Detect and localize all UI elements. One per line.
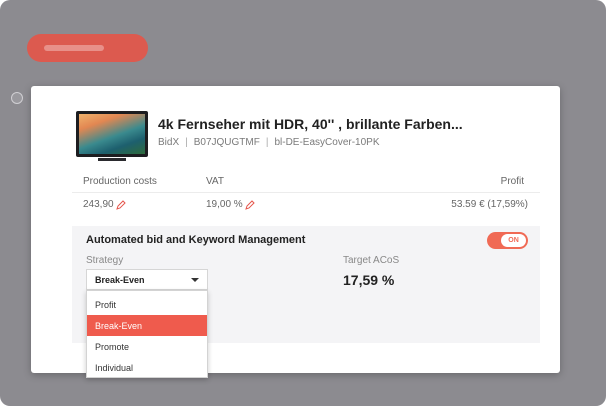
vat-header: VAT [206,176,224,187]
toggle-knob: ON [501,234,526,247]
profit-value: 53.59 € (17,59%) [451,199,528,210]
strategy-label: Strategy [86,255,124,266]
production-costs-header: Production costs [83,176,157,187]
target-acos-value: 17,59 % [343,272,395,288]
tv-stand [98,158,126,161]
campaign-name: bl-DE-EasyCover-10PK [274,137,380,148]
profit-header: Profit [500,176,524,187]
production-costs-value: 243,90 [83,199,114,210]
account-name: BidX [158,137,180,148]
strategy-dropdown-menu: Profit Break-Even Promote Individual [86,290,208,378]
meta-separator: | [265,137,269,148]
automation-title: Automated bid and Keyword Management [86,234,306,246]
edit-pencil-icon[interactable] [244,199,255,210]
product-meta: BidX | B07JQUGTMF | bl-DE-EasyCover-10PK [158,137,380,148]
profit-cell: 53.59 € (17,59%) [451,199,528,210]
meta-separator: | [185,137,188,148]
strategy-select[interactable]: Break-Even [86,269,208,290]
product-thumbnail [76,111,148,161]
vat-value: 19,00 % [206,199,243,210]
production-costs-cell: 243,90 [83,199,126,210]
table-divider [72,192,540,193]
vat-cell: 19,00 % [206,199,255,210]
target-acos-label: Target ACoS [343,255,400,266]
strategy-option-individual[interactable]: Individual [87,357,207,378]
asin: B07JQUGTMF [193,137,260,148]
product-title: 4k Fernseher mit HDR, 40'' , brillante F… [158,116,463,132]
strategy-option-break-even[interactable]: Break-Even [87,315,207,336]
tv-screen-image [79,114,145,154]
strategy-option-promote[interactable]: Promote [87,336,207,357]
edit-pencil-icon[interactable] [115,199,126,210]
background-radio [11,92,23,104]
strategy-selected-value: Break-Even [95,274,145,285]
automation-toggle[interactable]: ON [487,232,528,249]
chevron-down-icon [191,277,199,282]
background-button-label-placeholder [44,45,104,51]
strategy-option-profit[interactable]: Profit [87,294,207,315]
